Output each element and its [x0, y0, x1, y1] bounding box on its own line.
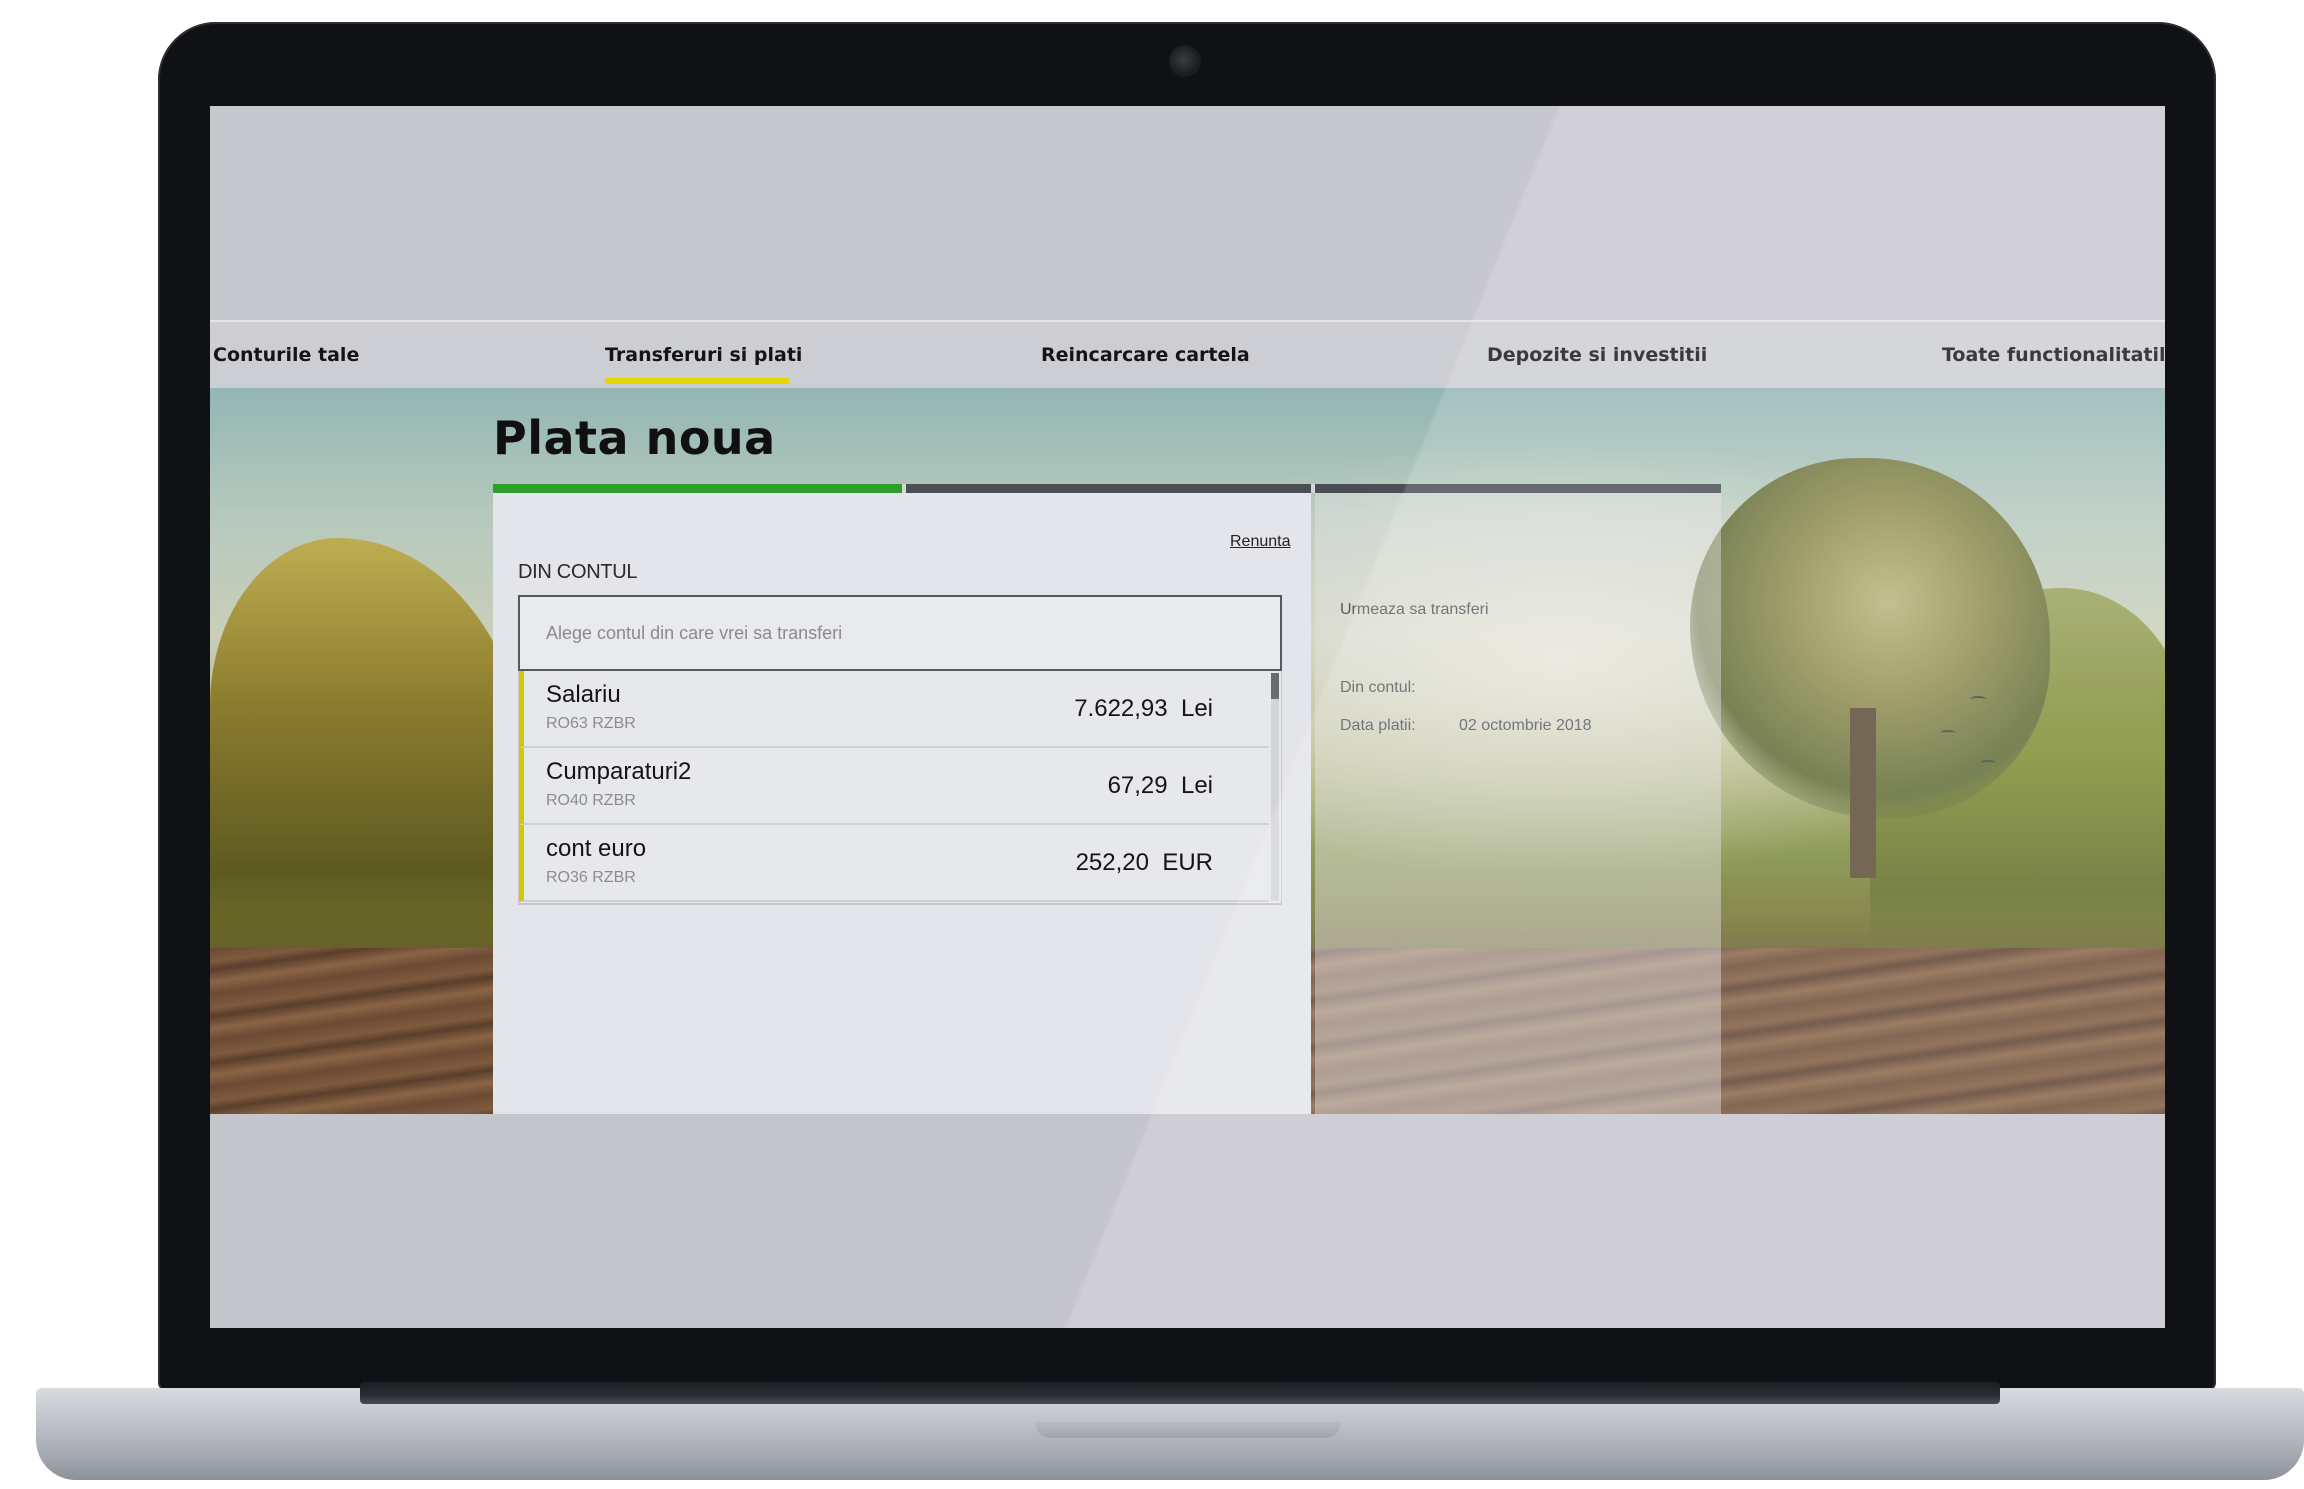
account-name: Salariu: [546, 681, 621, 708]
account-name: Cumparaturi2: [546, 758, 692, 785]
balance-currency: Lei: [1180, 695, 1213, 722]
nav-item-accounts[interactable]: Conturile tale: [213, 344, 359, 366]
page-title: Plata noua: [493, 411, 776, 465]
balance-value: 252,20: [1075, 849, 1149, 876]
payment-form: Renunta DIN CONTUL Salariu RO63 RZBR 7.6…: [493, 493, 1311, 1114]
bird-icon: [1940, 730, 1956, 736]
screen: Conturile tale Transferuri si plati Rein…: [210, 106, 2165, 1328]
transfer-summary: Urmeaza sa transferi Din contul: Data pl…: [1315, 493, 1721, 1114]
account-balance: 7.622,93 Lei: [1074, 695, 1213, 723]
summary-from-label: Din contul:: [1340, 679, 1416, 696]
summary-date-label: Data platii:: [1340, 717, 1416, 734]
device-mockup: Conturile tale Transferuri si plati Rein…: [0, 0, 2304, 1489]
grass-left: [210, 538, 530, 958]
cancel-link[interactable]: Renunta: [1230, 533, 1291, 551]
scrollbar-thumb[interactable]: [1271, 673, 1279, 699]
account-option[interactable]: Salariu RO63 RZBR 7.622,93 Lei: [519, 671, 1269, 748]
active-tab-indicator: [605, 378, 789, 384]
account-option[interactable]: cont euro RO36 RZBR 252,20 EUR: [519, 825, 1269, 902]
dropdown-scrollbar[interactable]: [1271, 673, 1279, 901]
webcam-icon: [1169, 45, 1201, 77]
laptop-notch: [1035, 1422, 1341, 1438]
account-iban: RO63 RZBR: [546, 715, 636, 732]
main-nav: Conturile tale Transferuri si plati Rein…: [210, 320, 2165, 392]
step-progress: [493, 484, 1721, 493]
account-balance: 67,29 Lei: [1108, 772, 1213, 800]
nav-item-topup[interactable]: Reincarcare cartela: [1041, 344, 1250, 366]
progress-separator: [1311, 484, 1315, 493]
balance-currency: EUR: [1162, 849, 1213, 876]
account-balance: 252,20 EUR: [1076, 849, 1213, 877]
nav-item-transfers[interactable]: Transferuri si plati: [605, 344, 802, 366]
bird-icon: [1970, 696, 1986, 702]
account-name: cont euro: [546, 835, 647, 862]
summary-date-value: 02 octombrie 2018: [1459, 717, 1592, 734]
header-area: [210, 106, 2165, 320]
from-account-label: DIN CONTUL: [518, 561, 638, 583]
account-option[interactable]: Cumparaturi2 RO40 RZBR 67,29 Lei: [519, 748, 1269, 825]
nav-item-all-features[interactable]: Toate functionalitatile: [1942, 344, 2165, 366]
bird-icon: [1980, 760, 1996, 766]
keyboard-edge: [360, 1382, 2000, 1404]
balance-currency: Lei: [1180, 772, 1213, 799]
nav-item-deposits[interactable]: Depozite si investitii: [1487, 344, 1707, 366]
balance-value: 67,29: [1107, 772, 1168, 799]
account-dropdown: Salariu RO63 RZBR 7.622,93 Lei Cumparatu…: [518, 671, 1282, 905]
progress-separator: [902, 484, 906, 493]
account-iban: RO40 RZBR: [546, 792, 636, 809]
summary-heading: Urmeaza sa transferi: [1340, 601, 1489, 618]
tree-trunk: [1850, 708, 1876, 878]
account-select-input[interactable]: [518, 595, 1282, 671]
balance-value: 7.622,93: [1074, 695, 1168, 722]
progress-fill: [493, 484, 903, 493]
footer-area: [210, 1114, 2165, 1328]
account-iban: RO36 RZBR: [546, 869, 636, 886]
